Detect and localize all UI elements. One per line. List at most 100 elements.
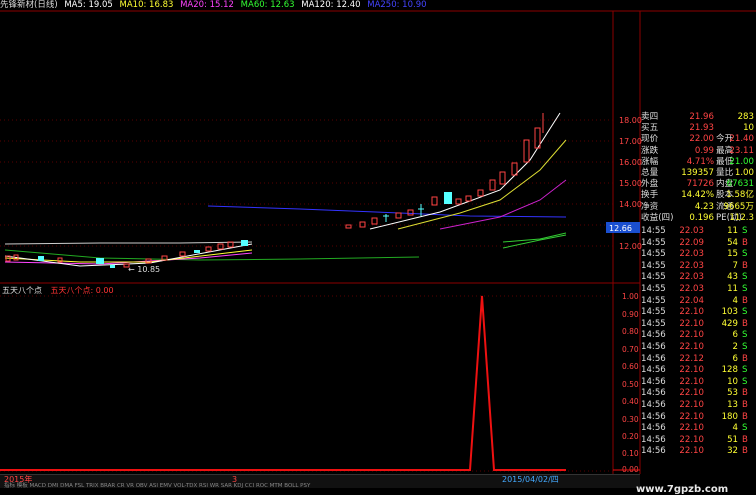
- trade-volume: 4: [732, 423, 738, 434]
- price-tick: 17.00: [619, 137, 642, 146]
- trade-volume: 54: [727, 237, 738, 248]
- ind-tick: 1.00: [622, 292, 639, 301]
- trade-price: 22.10: [679, 446, 704, 457]
- trade-side: S: [742, 284, 748, 294]
- trade-side: S: [742, 226, 748, 236]
- trade-volume: 128: [721, 365, 738, 376]
- trade-volume: 51: [727, 434, 738, 445]
- trade-side: S: [742, 376, 748, 387]
- trade-side: S: [742, 423, 748, 434]
- ind-tick: 0.90: [622, 310, 639, 319]
- low-price-marker: ← 10.85: [128, 265, 160, 274]
- quote-label: 涨幅: [641, 156, 659, 167]
- trade-side: S: [742, 330, 748, 341]
- trade-time: 14:55: [641, 307, 666, 318]
- quote-panel: 卖四 21.96 283 买五 21.93 10 现价 22.00 今开 21.40 涨跌 0.99 最…: [640, 112, 756, 470]
- quote-value2: 67631: [726, 179, 754, 190]
- trade-time: 14:55: [641, 295, 666, 306]
- ind-tick: 0.20: [622, 432, 639, 441]
- quote-row: 买五 21.93 10: [640, 123, 756, 134]
- trade-time: 14:55: [641, 284, 666, 294]
- trade-side: S: [742, 272, 748, 283]
- quote-row: 换手 14.42% 股本 1.58亿: [640, 190, 756, 201]
- trade-side: B: [742, 260, 748, 271]
- trade-time: 14:55: [641, 249, 666, 260]
- trade-row: 14:56 22.10 10 S: [640, 377, 756, 389]
- trade-time: 14:55: [641, 226, 666, 236]
- trade-volume: 10: [727, 376, 738, 387]
- trade-row: 14:56 22.10 128 S: [640, 365, 756, 377]
- trade-volume: 13: [727, 400, 738, 410]
- trade-row: 14:56 22.12 6 B: [640, 354, 756, 366]
- trade-time: 14:56: [641, 342, 666, 352]
- watermark: www.7gpzb.com: [636, 484, 729, 495]
- trade-price: 22.10: [679, 376, 704, 387]
- quote-row: 涨幅 4.71% 最低 21.00: [640, 157, 756, 168]
- trade-side: S: [742, 249, 748, 260]
- quote-label: 换手: [641, 190, 659, 201]
- trade-price: 22.10: [679, 388, 704, 399]
- trade-side: B: [742, 318, 748, 329]
- price-tick: 16.00: [619, 158, 642, 167]
- indicator-axis: 1.00 0.90 0.80 0.70 0.60 0.50 0.40 0.30 …: [622, 292, 639, 474]
- trade-price: 22.04: [679, 295, 704, 306]
- price-grid: [0, 119, 613, 247]
- trade-price: 22.10: [679, 411, 704, 422]
- quote-value: 14.42%: [681, 190, 714, 201]
- quote-row: 外盘 71726 内盘 67631: [640, 179, 756, 190]
- trade-row: 14:56 22.10 180 B: [640, 412, 756, 424]
- quote-label: 净资: [641, 201, 659, 212]
- trade-time: 14:56: [641, 423, 666, 434]
- trade-volume: 53: [727, 388, 738, 399]
- trade-price: 22.03: [679, 249, 704, 260]
- trade-time: 14:56: [641, 365, 666, 376]
- trade-volume: 6: [732, 330, 738, 341]
- trade-row: 14:55 22.03 11 S: [640, 226, 756, 238]
- ind-tick: 0.10: [622, 449, 639, 458]
- ma120-line: [4, 241, 253, 245]
- trade-price: 22.03: [679, 272, 704, 283]
- quote-value2: 10: [743, 123, 754, 134]
- trade-row: 14:56 22.10 53 B: [640, 388, 756, 400]
- quote-row: 收益(四) 0.196 PE(动) 112.3: [640, 213, 756, 224]
- indicator-name: 五天八个点: [2, 286, 42, 295]
- trade-side: B: [742, 400, 748, 410]
- trade-volume: 7: [732, 260, 738, 271]
- trade-time: 14:55: [641, 318, 666, 329]
- quote-value: 21.93: [689, 123, 714, 134]
- candles-left: [5, 240, 248, 268]
- trade-row: 14:56 22.10 6 S: [640, 330, 756, 342]
- trade-row: 14:55 22.03 15 S: [640, 249, 756, 261]
- trade-price: 22.03: [679, 284, 704, 294]
- quote-value: 139357: [681, 168, 714, 178]
- ind-tick: 0.60: [622, 362, 639, 371]
- indicator-grid: [0, 295, 613, 472]
- ind-tick: 0.80: [622, 327, 639, 336]
- quote-row: 现价 22.00 今开 21.40: [640, 134, 756, 145]
- price-tick: 12.00: [619, 242, 642, 251]
- trade-volume: 103: [721, 307, 738, 318]
- trade-time: 14:55: [641, 237, 666, 248]
- quote-label: 现价: [641, 134, 659, 145]
- trade-price: 22.10: [679, 318, 704, 329]
- quote-label: 买五: [641, 123, 659, 134]
- quote-label: 总量: [641, 168, 659, 178]
- trade-price: 22.12: [679, 353, 704, 364]
- trade-price: 22.10: [679, 307, 704, 318]
- trade-volume: 11: [727, 284, 738, 294]
- trade-price: 22.10: [679, 423, 704, 434]
- trade-time: 14:56: [641, 411, 666, 422]
- trade-side: B: [742, 353, 748, 364]
- trade-time: 14:55: [641, 272, 666, 283]
- trade-volume: 2: [732, 342, 738, 352]
- quote-label: 收益(四): [641, 212, 674, 223]
- price-tick: 18.00: [619, 116, 642, 125]
- quote-label2: 量比: [716, 168, 734, 178]
- trade-row: 14:55 22.03 43 S: [640, 272, 756, 284]
- trade-side: S: [742, 365, 748, 376]
- quote-value2: 21.40: [729, 134, 754, 145]
- indicator-title: 五天八个点 五天八个点: 0.00: [2, 285, 114, 296]
- trade-volume: 429: [721, 318, 738, 329]
- quote-row: 总量 139357 量比 1.00: [640, 168, 756, 179]
- trade-row: 14:55 22.09 54 B: [640, 238, 756, 250]
